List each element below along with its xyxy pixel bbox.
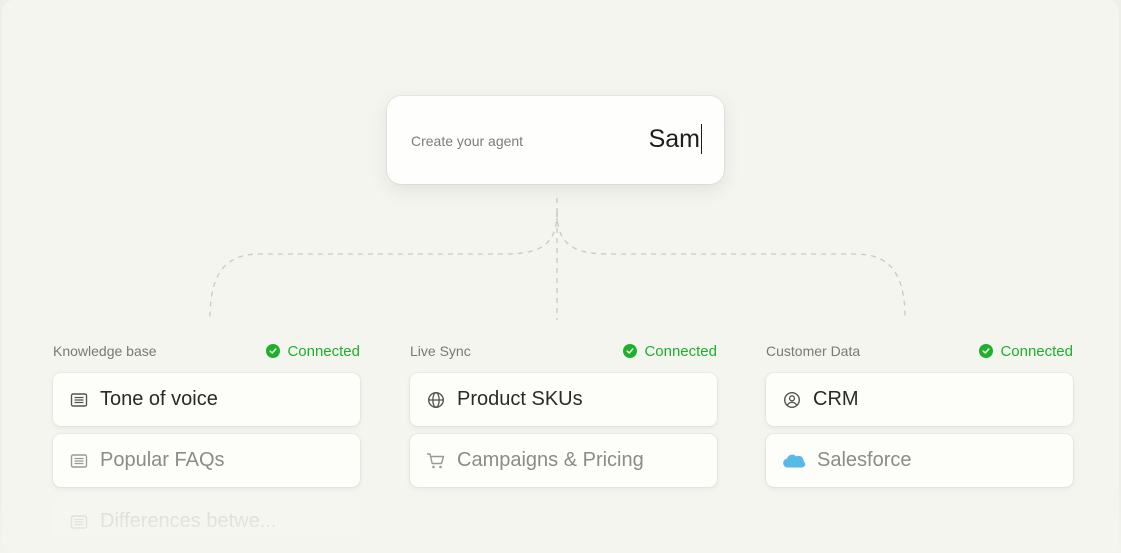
column-title: Customer Data bbox=[766, 343, 861, 359]
check-circle-icon bbox=[266, 344, 281, 358]
check-circle-icon bbox=[979, 344, 994, 358]
status-badge: Connected bbox=[266, 343, 360, 360]
status-badge: Connected bbox=[979, 343, 1073, 360]
agent-name-box[interactable]: Create your agent Sam bbox=[387, 96, 724, 184]
shopping-cart-icon bbox=[426, 451, 446, 471]
user-circle-icon bbox=[782, 390, 802, 410]
agent-name-input[interactable]: Sam bbox=[649, 124, 702, 154]
column-title: Live Sync bbox=[410, 343, 471, 359]
item-label: Tone of voice bbox=[100, 388, 218, 410]
list-item-product-skus[interactable]: Product SKUs bbox=[410, 373, 717, 426]
agent-name-value: Sam bbox=[648, 124, 700, 153]
item-label: CRM bbox=[813, 388, 859, 410]
list-item-differences[interactable]: Differences betwe... bbox=[53, 495, 360, 548]
salesforce-cloud-icon bbox=[782, 451, 806, 471]
status-text: Connected bbox=[1000, 342, 1073, 360]
item-label: Salesforce bbox=[817, 449, 912, 471]
item-label: Campaigns & Pricing bbox=[457, 449, 644, 471]
item-label: Product SKUs bbox=[457, 388, 583, 410]
item-label: Differences betwe... bbox=[100, 510, 277, 532]
globe-icon bbox=[426, 390, 446, 410]
item-label: Popular FAQs bbox=[100, 449, 225, 471]
connector-right bbox=[556, 211, 906, 319]
column-knowledge-base: Knowledge base Connected Tone of voice P… bbox=[53, 341, 360, 548]
connector-left bbox=[209, 211, 558, 319]
list-item-popular-faqs[interactable]: Popular FAQs bbox=[53, 434, 360, 487]
list-item-campaigns-pricing[interactable]: Campaigns & Pricing bbox=[410, 434, 717, 487]
list-item-tone-of-voice[interactable]: Tone of voice bbox=[53, 373, 360, 426]
column-customer-data: Customer Data Connected CRM Salesforce bbox=[766, 341, 1073, 487]
column-title: Knowledge base bbox=[53, 343, 157, 359]
status-text: Connected bbox=[644, 342, 717, 360]
status-badge: Connected bbox=[623, 343, 717, 360]
status-text: Connected bbox=[287, 342, 360, 360]
document-lines-icon bbox=[69, 390, 89, 410]
document-lines-icon bbox=[69, 512, 89, 532]
document-lines-icon bbox=[69, 451, 89, 471]
agent-label: Create your agent bbox=[411, 133, 524, 149]
list-item-crm[interactable]: CRM bbox=[766, 373, 1073, 426]
text-caret bbox=[701, 124, 702, 154]
list-item-salesforce[interactable]: Salesforce bbox=[766, 434, 1073, 487]
check-circle-icon bbox=[623, 344, 638, 358]
column-live-sync: Live Sync Connected Product SKUs Campaig… bbox=[410, 341, 717, 487]
